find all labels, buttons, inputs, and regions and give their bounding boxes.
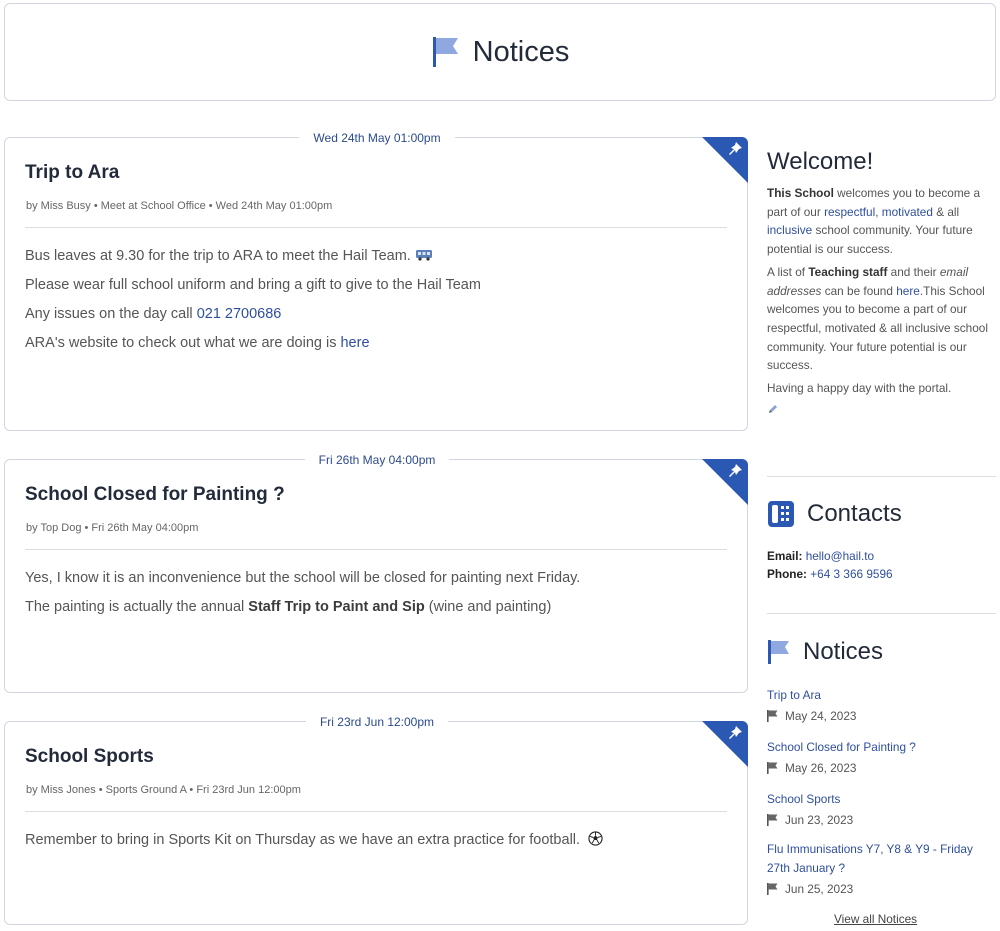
email-link[interactable]: hello@hail.to xyxy=(806,549,874,563)
pencil-icon xyxy=(769,405,777,413)
list-item: Trip to Ara May 24, 2023 xyxy=(767,686,996,726)
view-all-notices-link[interactable]: View all Notices xyxy=(834,912,917,926)
notice-text: The painting is actually the annual xyxy=(25,599,249,615)
divider xyxy=(25,227,727,228)
notices-list: Trip to Ara May 24, 2023 School Closed f… xyxy=(767,686,996,905)
phone-link[interactable]: +64 3 366 9596 xyxy=(810,567,892,581)
notice-link[interactable]: School Closed for Painting ? xyxy=(767,738,996,757)
notices-title: Notices xyxy=(803,638,884,665)
notice-text: Yes, I know it is an inconvenience but t… xyxy=(25,570,581,586)
football-icon xyxy=(588,831,603,846)
notice-text: (wine and painting) xyxy=(424,599,552,615)
school-name: This School xyxy=(767,186,834,200)
notice-link[interactable]: Flu Immunisations Y7, Y8 & Y9 - Friday 2… xyxy=(767,840,996,878)
notice-link[interactable]: School Sports xyxy=(767,790,996,809)
notice-date: Fri 26th May 04:00pm xyxy=(304,452,450,468)
notice-text: Any issues on the day call xyxy=(25,306,197,322)
notice-date: Wed 24th May 01:00pm xyxy=(299,130,455,146)
notice-meta: by Miss Busy • Meet at School Office • W… xyxy=(26,200,333,212)
contacts-title: Contacts xyxy=(807,500,902,527)
page-title: Notices xyxy=(472,35,570,68)
flag-icon xyxy=(767,710,778,722)
flag-icon xyxy=(767,762,778,774)
list-item: Flu Immunisations Y7, Y8 & Y9 - Friday 2… xyxy=(767,840,996,899)
flag-icon xyxy=(432,37,458,67)
welcome-title: Welcome! xyxy=(767,148,874,175)
pin-badge xyxy=(702,459,748,505)
notice-text: Remember to bring in Sports Kit on Thurs… xyxy=(25,832,581,848)
notice-text: Please wear full school uniform and brin… xyxy=(25,277,481,293)
respectful-link[interactable]: respectful xyxy=(824,205,875,219)
phone-link[interactable]: 021 2700686 xyxy=(197,306,282,322)
notice-card[interactable]: Fri 23rd Jun 12:00pm School Sports by Mi… xyxy=(4,714,748,925)
flag-icon xyxy=(767,883,778,895)
inclusive-link[interactable]: inclusive xyxy=(767,223,812,237)
notice-body: Bus leaves at 9.30 for the trip to ARA t… xyxy=(25,242,727,358)
staff-list-link[interactable]: here xyxy=(896,284,920,298)
notice-date: Jun 23, 2023 xyxy=(785,813,854,827)
list-item: School Closed for Painting ? May 26, 202… xyxy=(767,738,996,778)
pin-badge xyxy=(702,137,748,183)
notice-meta: by Top Dog • Fri 26th May 04:00pm xyxy=(26,522,199,534)
notice-date: Jun 25, 2023 xyxy=(785,882,854,896)
contacts-heading: Contacts xyxy=(767,500,902,528)
website-link[interactable]: here xyxy=(340,335,369,351)
bus-icon xyxy=(415,250,432,261)
notice-meta: by Miss Jones • Sports Ground A • Fri 23… xyxy=(26,784,301,796)
notice-body: Remember to bring in Sports Kit on Thurs… xyxy=(25,826,727,855)
notice-text: ARA's website to check out what we are d… xyxy=(25,335,341,351)
notice-date: May 24, 2023 xyxy=(785,709,857,723)
notice-body: Yes, I know it is an inconvenience but t… xyxy=(25,564,727,622)
pin-icon xyxy=(729,464,742,477)
notice-text: Bus leaves at 9.30 for the trip to ARA t… xyxy=(25,248,411,264)
page-header: Notices xyxy=(4,3,996,101)
notice-link[interactable]: Trip to Ara xyxy=(767,686,996,705)
welcome-text: This School welcomes you to become a par… xyxy=(767,186,988,396)
notices-heading: Notices xyxy=(767,638,883,666)
notice-card[interactable]: Wed 24th May 01:00pm Trip to Ara by Miss… xyxy=(4,130,748,431)
divider xyxy=(25,811,727,812)
divider xyxy=(25,549,727,550)
flag-icon xyxy=(767,814,778,826)
notice-title[interactable]: School Sports xyxy=(25,746,747,768)
notice-title[interactable]: School Closed for Painting ? xyxy=(25,484,747,506)
sidebar-divider xyxy=(767,476,996,477)
sidebar-divider xyxy=(767,613,996,614)
list-item: School Sports Jun 23, 2023 xyxy=(767,790,996,830)
notice-date: May 26, 2023 xyxy=(785,761,857,775)
pin-icon xyxy=(729,142,742,155)
contacts-info: Email: hello@hail.to Phone: +64 3 366 95… xyxy=(767,549,893,581)
phone-icon xyxy=(768,501,794,527)
motivated-link[interactable]: motivated xyxy=(882,205,933,219)
notice-date: Fri 23rd Jun 12:00pm xyxy=(305,714,449,730)
pin-badge xyxy=(702,721,748,767)
notice-title[interactable]: Trip to Ara xyxy=(25,162,747,184)
notice-emphasis: Staff Trip to Paint and Sip xyxy=(248,599,425,615)
notice-card[interactable]: Fri 26th May 04:00pm School Closed for P… xyxy=(4,452,748,693)
flag-icon xyxy=(768,640,789,664)
pin-icon xyxy=(729,726,742,739)
